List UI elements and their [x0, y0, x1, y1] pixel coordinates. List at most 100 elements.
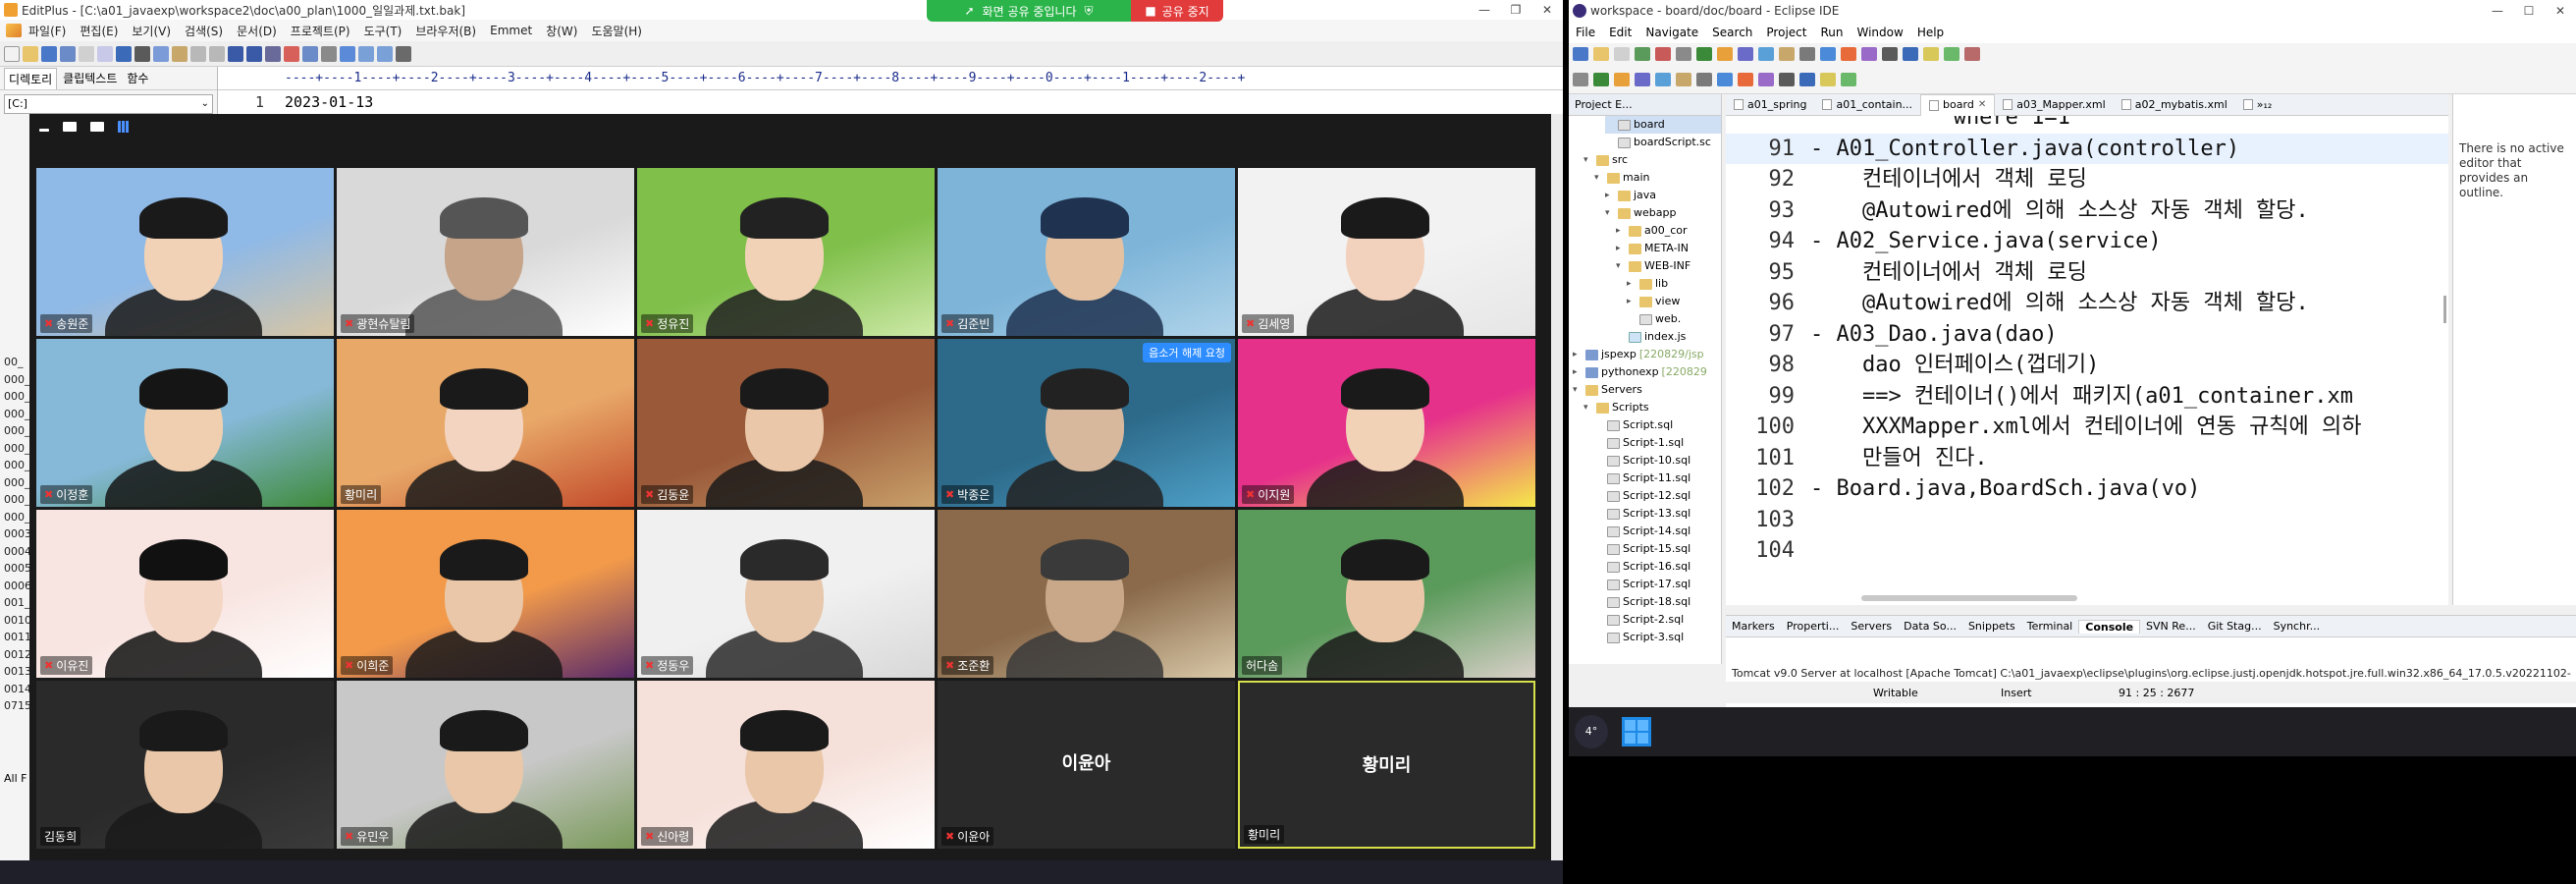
line-text[interactable]: 2023-01-13	[285, 90, 373, 114]
tree-item[interactable]: Script-1.sql	[1594, 434, 1721, 452]
tree-item[interactable]: Script-3.sql	[1594, 629, 1721, 646]
menu-edit[interactable]: 편집(E)	[73, 23, 125, 39]
print-icon[interactable]	[79, 45, 94, 62]
tree-item[interactable]: Script-13.sql	[1594, 505, 1721, 523]
code-line[interactable]: 102 - Board.java,BoardSch.java(vo)	[1726, 473, 2448, 505]
code-line[interactable]: 96 @Autowired에 의해 소스상 자동 객체 할당.	[1726, 288, 2448, 319]
participant-tile[interactable]: ✖ 이정훈	[36, 339, 334, 507]
menu-file[interactable]: 파일(F)	[22, 23, 73, 39]
side-by-side-icon[interactable]	[90, 122, 104, 132]
menu-document[interactable]: 문서(D)	[230, 23, 284, 39]
tree-item[interactable]: ▾ src	[1583, 151, 1721, 169]
toolbar-action-icon[interactable]	[1593, 73, 1609, 86]
toolbar-action-icon[interactable]	[1655, 73, 1671, 86]
participant-tile[interactable]: ✖ 정유진	[637, 168, 935, 336]
share-status[interactable]: ➚ 화면 공유 중입니다 ⛨	[927, 0, 1131, 22]
replace-icon[interactable]	[246, 45, 262, 62]
tree-item[interactable]: Script-2.sql	[1594, 611, 1721, 629]
tree-item[interactable]: ▾ WEB-INF	[1616, 257, 1721, 275]
toolbar-action-icon[interactable]	[1717, 47, 1733, 61]
toolbar-action-icon[interactable]	[1882, 47, 1898, 61]
file-list-item[interactable]: 001_	[4, 594, 31, 612]
font-icon[interactable]	[284, 45, 299, 62]
toolbar-action-icon[interactable]	[1738, 47, 1753, 61]
participant-tile[interactable]: ✖ 광현슈탈림	[337, 168, 634, 336]
menu-navigate[interactable]: Navigate	[1638, 26, 1705, 39]
file-list-item[interactable]: 000_	[4, 422, 31, 440]
unmute-request-button[interactable]: 음소거 해제 요청	[1143, 343, 1231, 362]
file-list-item[interactable]: 0005	[4, 560, 31, 578]
toolbar-action-icon[interactable]	[1717, 73, 1733, 86]
copy-icon[interactable]	[153, 45, 169, 62]
toolbar-action-icon[interactable]	[1964, 47, 1980, 61]
close-icon[interactable]: ✕	[1531, 0, 1563, 20]
console-tab[interactable]: Console	[2078, 619, 2141, 634]
participant-tile[interactable]: 황미리 황미리	[1238, 681, 1535, 849]
code-area[interactable]: where 1=1 91 - A01_Controller.java(control…	[1726, 116, 2448, 605]
participant-tile[interactable]: ✖ 송원준	[36, 168, 334, 336]
chevron-right-icon[interactable]: ▸	[1616, 222, 1626, 240]
tree-item[interactable]: Script-16.sql	[1594, 558, 1721, 576]
participant-tile[interactable]: ✖ 이지원	[1238, 339, 1535, 507]
code-line[interactable]: 104	[1726, 535, 2448, 567]
file-list-item[interactable]: 000_	[4, 440, 31, 458]
code-line[interactable]: 93 @Autowired에 의해 소스상 자동 객체 할당.	[1726, 195, 2448, 227]
cut-icon[interactable]	[134, 45, 150, 62]
toolbar-action-icon[interactable]	[1676, 47, 1691, 61]
participant-tile[interactable]: ✖ 김세영	[1238, 168, 1535, 336]
save-icon[interactable]	[41, 45, 57, 62]
preview-icon[interactable]	[97, 45, 113, 62]
toolbar-action-icon[interactable]	[1820, 47, 1836, 61]
file-list-item[interactable]: 000_	[4, 509, 31, 526]
participant-tile[interactable]: 이윤아 ✖ 이윤아	[938, 681, 1235, 849]
console-tab[interactable]: Synchr...	[2268, 620, 2327, 633]
menu-tools[interactable]: 도구(T)	[357, 23, 409, 39]
tree-item[interactable]: Script-12.sql	[1594, 487, 1721, 505]
tree-item[interactable]: ▸ java	[1605, 187, 1721, 204]
linenumber-icon[interactable]	[340, 45, 355, 62]
console-tab[interactable]: Terminal	[2021, 620, 2079, 633]
chevron-down-icon[interactable]: ▾	[1573, 381, 1583, 399]
chevron-right-icon[interactable]: ▸	[1573, 346, 1583, 363]
menu-view[interactable]: 보기(V)	[125, 23, 178, 39]
close-icon[interactable]: ✕	[2545, 0, 2576, 22]
stop-share-button[interactable]: ■ 공유 중지	[1131, 0, 1223, 22]
file-list-item[interactable]: 000_	[4, 474, 31, 492]
menu-file[interactable]: File	[1569, 26, 1602, 39]
toolbar-action-icon[interactable]	[1903, 47, 1918, 61]
menu-browser[interactable]: 브라우저(B)	[408, 23, 483, 39]
tree-item[interactable]: ▸ lib	[1627, 275, 1721, 293]
menu-help[interactable]: 도움말(H)	[584, 23, 649, 39]
file-list-item[interactable]: 000_	[4, 406, 31, 423]
participant-tile[interactable]: ✖ 정동우	[637, 510, 935, 678]
menu-search[interactable]: Search	[1705, 26, 1759, 39]
minimize-icon[interactable]: —	[1469, 0, 1500, 20]
paste-icon[interactable]	[172, 45, 188, 62]
tab-functions[interactable]: 함수	[123, 68, 152, 88]
chevron-down-icon[interactable]: ▾	[1583, 399, 1593, 416]
goto-icon[interactable]	[265, 45, 281, 62]
console-tab[interactable]: Servers	[1845, 620, 1898, 633]
tree-item[interactable]: ▸ pythonexp [220829	[1573, 363, 1721, 381]
tree-item[interactable]: ▸ view	[1627, 293, 1721, 310]
ruler-icon[interactable]	[321, 45, 337, 62]
participant-tile[interactable]: 김동희	[36, 681, 334, 849]
restore-icon[interactable]: ❐	[1500, 0, 1531, 20]
toolbar-action-icon[interactable]	[1799, 73, 1815, 86]
tree-item[interactable]: Script.sql	[1594, 416, 1721, 434]
toolbar-action-icon[interactable]	[1799, 47, 1815, 61]
code-line[interactable]: 101 만들어 진다.	[1726, 443, 2448, 474]
gallery-view-icon[interactable]	[118, 121, 130, 133]
menu-window[interactable]: 창(W)	[539, 23, 584, 39]
tree-item[interactable]: board	[1605, 116, 1721, 134]
tree-item[interactable]: Script-17.sql	[1594, 576, 1721, 593]
editor-tab[interactable]: a03_Mapper.xml	[1995, 94, 2114, 116]
code-line[interactable]: 97 - A03_Dao.java(dao)	[1726, 319, 2448, 351]
split-window-icon[interactable]	[358, 45, 374, 62]
settings-icon[interactable]	[396, 45, 411, 62]
participant-tile[interactable]: ✖ 조준환	[938, 510, 1235, 678]
editor-line[interactable]: 1 2023-01-13	[218, 90, 1563, 114]
tree-item[interactable]: web.	[1627, 310, 1721, 328]
tree-item[interactable]: ▸ META-IN	[1616, 240, 1721, 257]
code-line[interactable]: 103	[1726, 505, 2448, 536]
